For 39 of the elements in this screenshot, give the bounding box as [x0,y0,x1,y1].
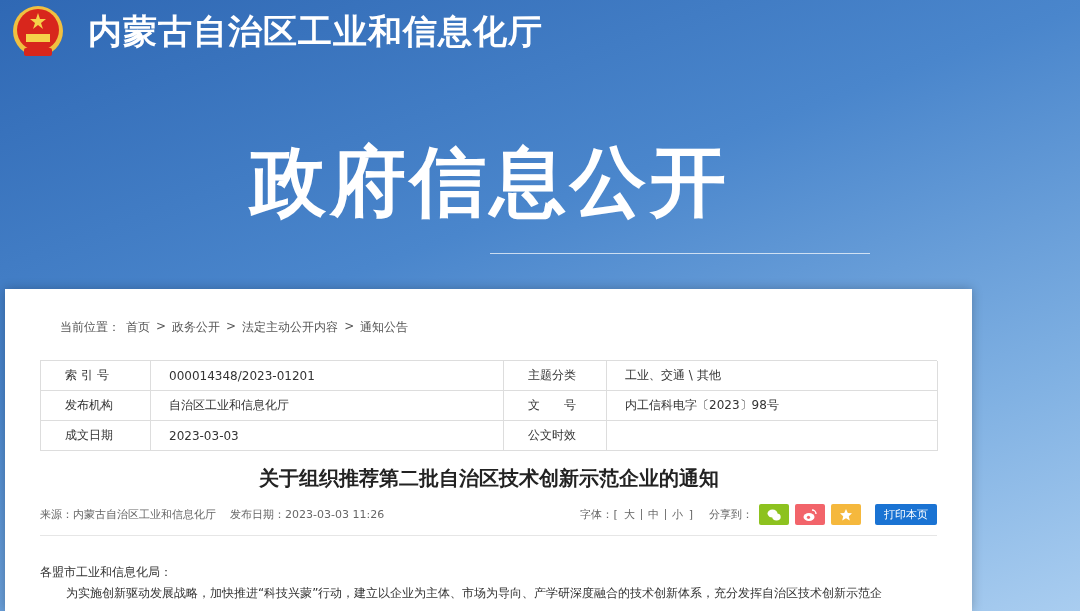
table-cell: 主题分类 [504,361,607,391]
site-title: 内蒙古自治区工业和信息化厅 [88,10,543,53]
breadcrumb-link[interactable]: 政务公开 [172,319,221,336]
font-size-link[interactable]: 大 [623,507,635,522]
table-cell: 自治区工业和信息化厅 [151,391,504,421]
share-label: 分享到： [709,507,753,522]
breadcrumb-separator: > [156,319,167,335]
table-cell: 000014348/2023-01201 [151,361,504,391]
salutation: 各盟市工业和信息化局： [40,564,172,581]
share-button[interactable] [759,504,789,525]
breadcrumb-separator: > [344,319,355,335]
article-title: 关于组织推荐第二批自治区技术创新示范企业的通知 [257,465,720,492]
table-cell: 公文时效 [504,421,607,451]
star-icon [839,507,853,522]
share-button[interactable] [831,504,861,525]
font-size-label: 字体：[ [580,507,618,522]
table-cell: 成文日期 [41,421,151,451]
publish-date: 发布日期：2023-03-03 11:26 [230,507,385,522]
print-button[interactable]: 打印本页 [875,504,937,525]
table-cell: 索 引 号 [41,361,151,391]
share-button[interactable] [795,504,825,525]
breadcrumb-separator: > [226,319,237,335]
breadcrumb-link[interactable]: 法定主动公开内容 [242,319,339,336]
table-cell: 2023-03-03 [151,421,504,451]
font-size-link[interactable]: 小 [671,507,683,522]
font-size-link[interactable]: 中 [647,507,659,522]
table-cell: 内工信科电字〔2023〕98号 [607,391,938,421]
breadcrumb-label: 当前位置： [60,319,120,336]
banner-title: 政府信息公开 [250,136,730,228]
body-paragraph: 为实施创新驱动发展战略，加快推进“科技兴蒙”行动，建立以企业为主体、市场为导向、产学研深度融合的技术创新体系，充分发挥自治区技术创新示范企 [66,585,883,602]
table-cell: 工业、交通 \ 其他 [607,361,938,391]
eye-swirl-icon [803,507,817,522]
chat-bubbles-icon [767,507,781,522]
source-text: 来源：内蒙古自治区工业和信息化厅 [40,507,216,522]
breadcrumb-link[interactable]: 通知公告 [360,319,409,336]
table-cell: 文 号 [504,391,607,421]
table-cell: 发布机构 [41,391,151,421]
breadcrumb-link[interactable]: 首页 [126,319,150,336]
font-size-bracket: ] [688,508,693,521]
